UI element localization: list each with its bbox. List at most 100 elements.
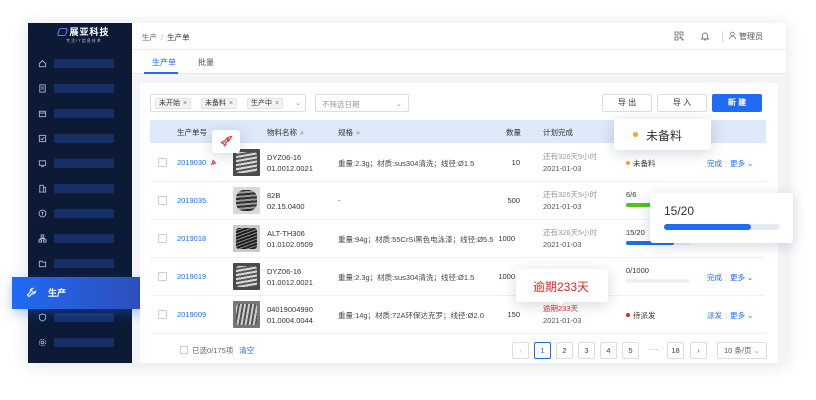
date-filter-select[interactable]: 不筛选日期 ⌄ bbox=[315, 94, 409, 112]
header-divider bbox=[722, 31, 723, 42]
sidebar-item-home[interactable] bbox=[28, 51, 132, 76]
column-qty: 数量 bbox=[506, 128, 521, 137]
user-menu[interactable]: 管理员 bbox=[728, 31, 763, 42]
more-menu[interactable]: 更多 ⌄ bbox=[730, 311, 753, 320]
order-code-link[interactable]: 2019030 bbox=[177, 158, 206, 167]
box-icon bbox=[38, 110, 47, 118]
order-code-link[interactable]: 2019019 bbox=[177, 272, 206, 281]
order-code-link[interactable]: 2019035 bbox=[177, 196, 206, 205]
column-spec[interactable]: 规格 ⌕ bbox=[338, 127, 360, 138]
material-name: DYZ06-16 bbox=[267, 153, 302, 162]
row-checkbox[interactable] bbox=[158, 310, 167, 319]
sidebar-item-org[interactable] bbox=[28, 226, 132, 251]
chevron-down-icon: ⌄ bbox=[747, 311, 754, 320]
due-info: 逾期233天 2021-01-03 bbox=[543, 303, 581, 327]
complete-link[interactable]: 完成 bbox=[707, 159, 722, 168]
shield-icon bbox=[38, 313, 47, 322]
row-checkbox[interactable] bbox=[158, 158, 167, 167]
material-thumbnail bbox=[233, 301, 260, 328]
page-button[interactable]: 1 bbox=[534, 342, 551, 359]
page-button[interactable]: 2 bbox=[556, 342, 573, 359]
filter-tag[interactable]: 生产中 × bbox=[247, 98, 284, 109]
more-label: 更多 bbox=[729, 311, 745, 320]
search-icon[interactable]: ⌕ bbox=[356, 128, 360, 137]
column-code[interactable]: 生产单号 bbox=[177, 127, 207, 138]
sidebar-item-inventory[interactable] bbox=[28, 101, 132, 126]
sidebar-item-company[interactable] bbox=[28, 176, 132, 201]
close-icon[interactable]: × bbox=[229, 100, 233, 107]
sidebar-item-finance[interactable] bbox=[28, 201, 132, 226]
filter-tag-label: 未开始 bbox=[159, 100, 180, 107]
due-overdue: 逾期233天 bbox=[543, 304, 579, 313]
qty-value: 1000 bbox=[498, 234, 515, 243]
sidebar-item-settings[interactable] bbox=[28, 330, 132, 355]
checklist-icon bbox=[38, 134, 47, 143]
spring-image bbox=[236, 304, 257, 325]
more-label: 更多 bbox=[729, 159, 745, 168]
breadcrumb-separator: / bbox=[161, 33, 164, 42]
close-icon[interactable]: × bbox=[275, 100, 279, 107]
prev-page-button[interactable]: ‹ bbox=[512, 342, 529, 359]
spec-text: 重量:2.3g；材质:sus304清洗；线径:Ø1.5 bbox=[338, 273, 475, 282]
page-button[interactable]: 3 bbox=[578, 342, 595, 359]
material-info: 82B 02.15.0400 bbox=[267, 190, 305, 212]
qty-value: 1000 bbox=[498, 272, 515, 281]
sidebar-item-quality[interactable] bbox=[28, 126, 132, 151]
page-ellipsis[interactable]: ··· bbox=[648, 345, 659, 354]
search-icon[interactable]: ⌕ bbox=[300, 128, 304, 137]
tab-bar: 生产单 批量 bbox=[132, 50, 786, 74]
status-filter[interactable]: 未开始 × 未备料 × 生产中 × ⌄ bbox=[150, 94, 306, 112]
qrcode-icon[interactable] bbox=[674, 31, 684, 41]
page-size-select[interactable]: 10 条/页 ⌄ bbox=[717, 342, 767, 359]
page-button[interactable]: 5 bbox=[622, 342, 639, 359]
user-icon bbox=[728, 31, 737, 40]
action-divider: | bbox=[725, 311, 727, 320]
action-divider: | bbox=[725, 159, 727, 168]
document-icon bbox=[39, 84, 46, 93]
filter-tag[interactable]: 未开始 × bbox=[155, 98, 192, 109]
dispatch-link[interactable]: 派发 bbox=[707, 311, 722, 320]
row-checkbox[interactable] bbox=[158, 234, 167, 243]
sidebar-item-devices[interactable] bbox=[28, 151, 132, 176]
bell-icon[interactable] bbox=[700, 31, 710, 41]
row-checkbox[interactable] bbox=[158, 272, 167, 281]
selection-count: 已选0/175项 bbox=[192, 346, 234, 355]
more-menu[interactable]: 更多 ⌄ bbox=[730, 273, 753, 282]
more-menu[interactable]: 更多 ⌄ bbox=[730, 159, 753, 168]
next-page-button[interactable]: › bbox=[690, 342, 707, 359]
material-number: 02.15.0400 bbox=[267, 202, 305, 211]
export-button[interactable]: 导 出 bbox=[602, 94, 652, 112]
breadcrumb-item[interactable]: 生产 bbox=[142, 33, 157, 42]
close-icon[interactable]: × bbox=[183, 100, 187, 107]
row-checkbox[interactable] bbox=[158, 196, 167, 205]
filter-tag[interactable]: 未备料 × bbox=[201, 98, 238, 109]
sidebar-item-files[interactable] bbox=[28, 251, 132, 276]
sidebar-item-label-placeholder bbox=[54, 84, 114, 93]
material-number: 01.0102.0509 bbox=[267, 240, 313, 249]
material-info: 04019004990 01.0004.0044 bbox=[267, 304, 313, 326]
new-button[interactable]: 新 建 bbox=[712, 94, 762, 112]
column-material[interactable]: 物料名称 ⌕ bbox=[267, 127, 304, 138]
page-button[interactable]: 4 bbox=[600, 342, 617, 359]
page-button[interactable]: 18 bbox=[667, 342, 684, 359]
complete-link[interactable]: 完成 bbox=[707, 273, 722, 282]
order-code-link[interactable]: 2019018 bbox=[177, 234, 206, 243]
filter-tag-label: 生产中 bbox=[251, 100, 272, 107]
date-filter-placeholder: 不筛选日期 bbox=[322, 100, 360, 109]
page-size-value: 10 条/页 bbox=[724, 346, 752, 355]
order-code-link[interactable]: 2019009 bbox=[177, 310, 206, 319]
tab-production-orders[interactable]: 生产单 bbox=[152, 57, 176, 68]
coin-icon bbox=[38, 209, 47, 218]
clear-selection-link[interactable]: 清空 bbox=[239, 346, 254, 355]
table-row[interactable]: 2019009 04019004990 01.0004.0044 重量:14g；材… bbox=[150, 296, 766, 334]
due-date: 2021-01-03 bbox=[543, 202, 582, 211]
overdue-tooltip: 逾期233天 bbox=[516, 269, 608, 305]
table-row[interactable]: 2019019 DYZ06-16 01.0012.0021 重量:2.3g；材质:… bbox=[150, 258, 766, 296]
selection-summary: 已选0/175项 清空 bbox=[180, 345, 254, 356]
tab-batch[interactable]: 批量 bbox=[198, 57, 214, 68]
sidebar-item-documents[interactable] bbox=[28, 76, 132, 101]
select-all-checkbox[interactable] bbox=[180, 346, 188, 354]
import-button[interactable]: 导 入 bbox=[657, 94, 707, 112]
sidebar-item-production[interactable]: 生产 bbox=[12, 277, 145, 309]
breadcrumb-current: 生产单 bbox=[167, 33, 190, 42]
